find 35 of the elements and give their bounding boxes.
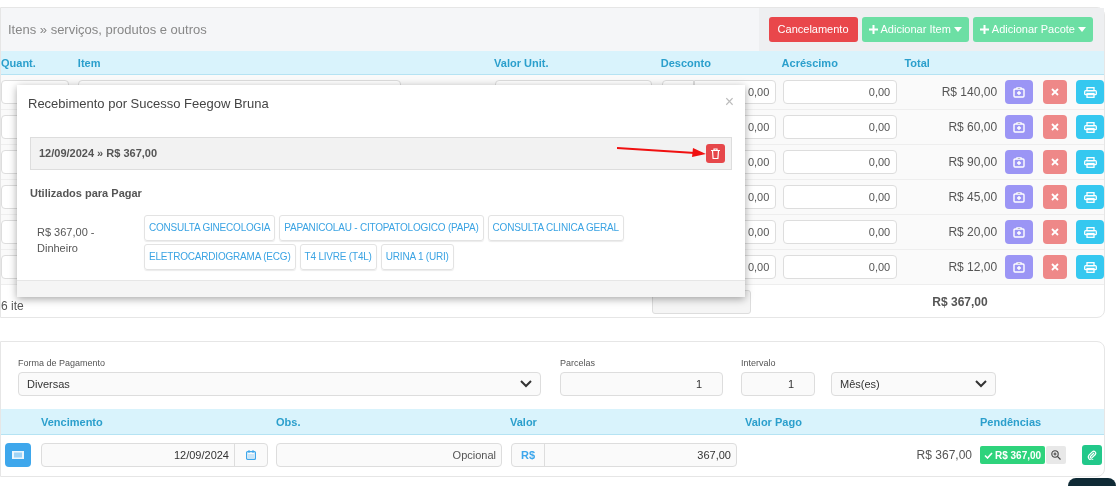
item-count: 6 ite xyxy=(1,297,24,315)
column-header: Total xyxy=(904,56,930,69)
modal-title: Recebimento por Sucesso Feegow Bruna xyxy=(28,95,269,113)
row-total: R$ 12,00 xyxy=(948,259,998,276)
pending-badge: R$ 367,00 xyxy=(980,446,1046,464)
panel-title: Itens » serviços, produtos e outros xyxy=(8,20,207,39)
row-total: R$ 60,00 xyxy=(948,119,998,136)
column-header: Pendências xyxy=(980,415,1042,428)
column-header: Desconto xyxy=(660,56,711,69)
column-header: Item xyxy=(77,56,101,69)
payment-summary: 12/09/2024 » R$ 367,00 xyxy=(39,145,158,161)
column-header: Quant. xyxy=(1,56,36,69)
field-label: Parcelas xyxy=(560,357,595,370)
service-tag: CONSULTA GINECOLOGIA xyxy=(144,215,276,241)
row-total: R$ 45,00 xyxy=(948,189,998,206)
column-header: Vencimento xyxy=(41,415,103,428)
column-header: Acréscimo xyxy=(781,56,838,69)
field-label: Forma de Pagamento xyxy=(18,357,106,370)
column-header: Obs. xyxy=(276,415,301,428)
grand-total: R$ 367,00 xyxy=(932,293,988,311)
section-label: Utilizados para Pagar xyxy=(30,185,143,201)
service-tag: URINA 1 (URI) xyxy=(380,244,454,270)
service-tag: ELETROCARDIOGRAMA (ECG) xyxy=(144,244,296,270)
service-tag: CONSULTA CLINICA GERAL xyxy=(487,215,624,241)
service-tag: PAPANICOLAU - CITOPATOLOGICO (PAPA) xyxy=(279,215,484,241)
column-header: Valor Pago xyxy=(745,415,802,428)
row-total: R$ 20,00 xyxy=(948,224,998,241)
row-total: R$ 90,00 xyxy=(948,154,998,171)
service-tag: T4 LIVRE (T4L) xyxy=(299,244,377,270)
paid-amount: R$ 367,00 xyxy=(916,447,972,464)
payment-method: R$ 367,00 - Dinheiro xyxy=(37,225,96,256)
column-header: Valor xyxy=(510,415,537,428)
field-label: Intervalo xyxy=(741,357,776,370)
column-header: Valor Unit. xyxy=(494,56,549,69)
row-total: R$ 140,00 xyxy=(941,84,998,101)
